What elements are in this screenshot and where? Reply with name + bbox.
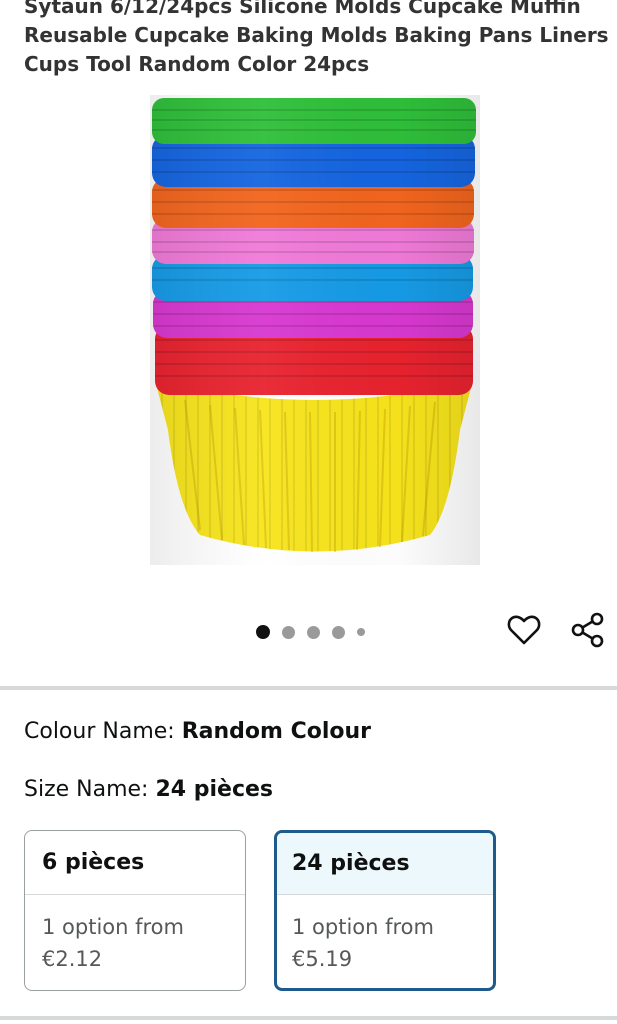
size-option-name: 6 pièces: [25, 831, 245, 895]
section-divider: [0, 686, 617, 690]
colour-name-row: Colour Name: Random Colour: [24, 717, 371, 747]
colour-name-label: Colour Name:: [24, 719, 175, 744]
product-title: Sytaun 6/12/24pcs Silicone Molds Cupcake…: [24, 0, 609, 76]
carousel-dot[interactable]: [282, 625, 295, 639]
size-option-availability: 1 option from: [42, 915, 184, 939]
product-image[interactable]: [0, 90, 617, 570]
favorite-button[interactable]: [504, 610, 544, 650]
size-option-details: 1 option from €5.19: [277, 895, 493, 975]
share-button[interactable]: [568, 610, 608, 650]
size-name-label: Size Name:: [24, 777, 149, 802]
size-option-price: €5.19: [292, 947, 353, 971]
colour-name-value: Random Colour: [181, 719, 372, 744]
carousel-dot-active[interactable]: [256, 625, 270, 639]
heart-icon: [507, 615, 541, 645]
size-name-row: Size Name: 24 pièces: [24, 775, 273, 805]
carousel-dot[interactable]: [332, 625, 345, 639]
size-name-value: 24 pièces: [155, 777, 274, 802]
size-option-details: 1 option from €2.12: [25, 895, 245, 975]
size-option-6-pieces[interactable]: 6 pièces 1 option from €2.12: [24, 830, 246, 991]
image-carousel-indicator[interactable]: [256, 624, 365, 640]
carousel-dot[interactable]: [357, 628, 365, 636]
size-option-name: 24 pièces: [277, 833, 493, 895]
size-option-price: €2.12: [42, 947, 103, 971]
section-divider: [0, 1016, 617, 1020]
size-option-24-pieces-selected[interactable]: 24 pièces 1 option from €5.19: [274, 830, 496, 991]
share-icon: [571, 612, 604, 648]
size-option-availability: 1 option from: [292, 915, 434, 939]
carousel-dot[interactable]: [307, 625, 320, 639]
